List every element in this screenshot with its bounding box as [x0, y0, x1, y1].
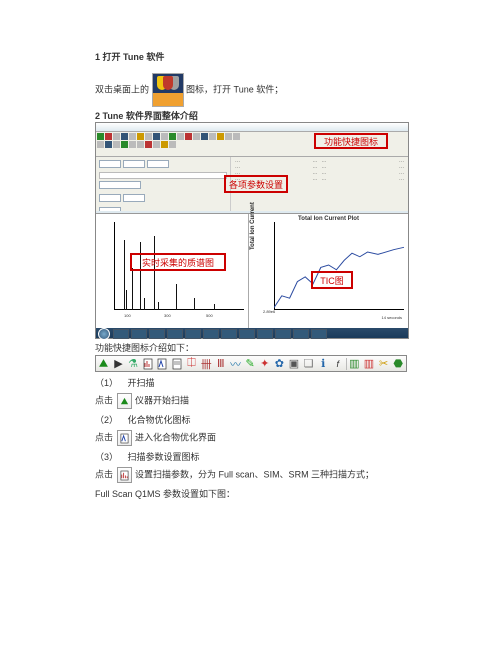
item-1-label: 开扫描 — [128, 378, 155, 388]
camera-icon: ▣ — [287, 357, 301, 371]
tic-ylabel: Total Ion Current — [250, 202, 256, 250]
annotation-tic-box: TIC图 — [311, 271, 353, 289]
pencil-icon: ✎ — [243, 357, 257, 371]
fx-icon: f — [331, 357, 345, 371]
scan-define-inline-icon — [117, 467, 132, 483]
play-icon — [97, 357, 111, 371]
object-icon: ⬣ — [391, 357, 405, 371]
optimize-inline-icon — [117, 430, 132, 446]
calibrate-icon: ⎅ — [185, 357, 199, 371]
compound-icon: ▥ — [362, 357, 376, 371]
toolbar-divider — [346, 358, 347, 370]
tune-shortcut-icon — [152, 73, 184, 107]
desktop-prefix: 双击桌面上的 — [95, 84, 149, 94]
item-3-num: （3） — [95, 450, 125, 463]
click-suffix-2: 进入化合物优化界面 — [135, 433, 216, 443]
item-2-label: 化合物优化图标 — [128, 415, 191, 425]
spectrum-icon: Ⅲ — [214, 357, 228, 371]
annotate-icon: ℹ — [316, 357, 330, 371]
scan-setup-icon — [141, 357, 155, 371]
record-icon: ▶ — [112, 357, 126, 371]
optimize-icon — [156, 357, 170, 371]
chromatogram-icon: 〰 — [229, 357, 243, 371]
click-prefix-1: 点击 — [95, 396, 113, 406]
annotation-spectrum-box: 实时采集的质谱图 — [130, 253, 226, 271]
toolbar-intro: 功能快捷图标介绍如下： — [95, 341, 407, 355]
windows-taskbar — [96, 328, 408, 338]
browser-icon: ▥ — [348, 357, 362, 371]
flask-icon: ⚗ — [126, 357, 140, 371]
annotation-params-box: 各项参数设置 — [224, 175, 288, 193]
tune-software-screenshot: ······ ······ ······ ······ ······ ·····… — [95, 122, 409, 339]
click-prefix-3: 点击 — [95, 470, 113, 480]
report-icon: ❏ — [302, 357, 316, 371]
click-suffix-3: 设置扫描参数，分为 Full scan、SIM、SRM 三种扫描方式； — [135, 470, 374, 480]
item-3-label: 扫描参数设置图标 — [128, 452, 200, 462]
fullscan-line: Full Scan Q1MS 参数设置如下图： — [95, 487, 407, 500]
annotation-toolbar-box: 功能快捷图标 — [314, 133, 388, 149]
tune-page-icon — [170, 357, 184, 371]
section-1-title: 1 打开 Tune 软件 — [95, 50, 407, 63]
click-suffix-1: 仪器开始扫描 — [135, 396, 189, 406]
spectrum-plot: 100 300 500 — [96, 214, 249, 328]
item-2-num: （2） — [95, 413, 125, 426]
toolbar-strip-screenshot: ▶ ⚗ ⎅ 卌 Ⅲ 〰 ✎ ✦ ✿ ▣ ❏ ℹ f ▥ ▥ ✂ ⬣ — [95, 355, 407, 372]
peak-labels-icon: 卌 — [199, 357, 213, 371]
brush-icon: ✦ — [258, 357, 272, 371]
start-orb-icon — [98, 328, 110, 340]
window-titlebar — [96, 123, 408, 132]
click-prefix-2: 点击 — [95, 433, 113, 443]
tic-title: Total Ion Current Plot — [298, 216, 359, 222]
gear-icon: ✿ — [273, 357, 287, 371]
syringe-icon: ✂ — [377, 357, 391, 371]
section-2-title: 2 Tune 软件界面整体介绍 — [95, 109, 407, 122]
item-1-num: （1） — [95, 376, 125, 389]
play-green-icon — [117, 393, 132, 409]
desktop-suffix: 图标，打开 Tune 软件； — [186, 84, 283, 94]
